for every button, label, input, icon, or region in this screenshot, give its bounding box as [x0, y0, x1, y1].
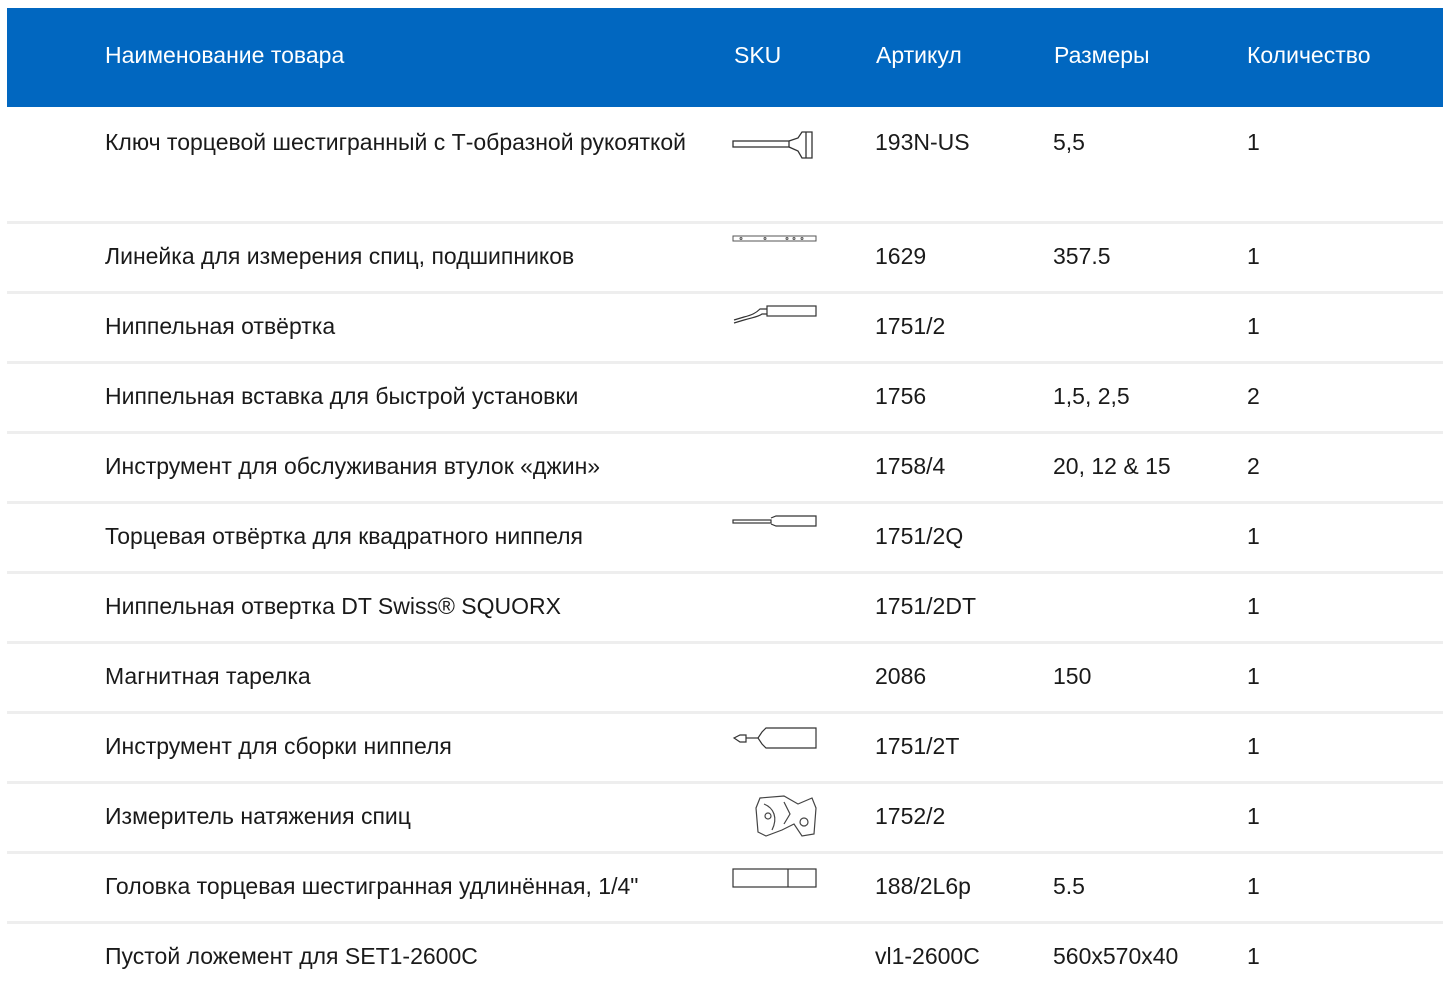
- product-article: 1751/2: [875, 313, 946, 339]
- table-row: Ключ торцевой шестигранный с Т-образной …: [7, 107, 1443, 224]
- product-qty: 1: [1247, 733, 1260, 759]
- product-article: 188/2L6p: [875, 873, 971, 899]
- product-article: 2086: [875, 663, 927, 689]
- product-table: Наименование товара SKU Артикул Размеры …: [7, 8, 1443, 969]
- header-name: Наименование товара: [105, 42, 345, 68]
- ruler-icon: [732, 234, 818, 244]
- product-name: Ниппельная отвёртка: [105, 313, 336, 339]
- product-name: Пустой ложемент для SET1-2600C: [105, 943, 478, 969]
- product-size: 1,5, 2,5: [1053, 383, 1130, 409]
- product-name: Измеритель натяжения спиц: [105, 803, 411, 829]
- table-row: Головка торцевая шестигранная удлинённая…: [7, 854, 1443, 924]
- product-article: 1629: [875, 243, 927, 269]
- table-row: Ниппельная отвёртка 1751/2 1: [7, 294, 1443, 364]
- product-qty: 2: [1247, 383, 1260, 409]
- product-size: 560x570x40: [1053, 943, 1179, 969]
- header-sku: SKU: [734, 42, 782, 68]
- product-size: 5,5: [1053, 129, 1085, 155]
- hex-socket-icon: [732, 866, 818, 890]
- table-header: Наименование товара SKU Артикул Размеры …: [7, 8, 1443, 107]
- product-qty: 1: [1247, 313, 1260, 339]
- product-qty: 2: [1247, 453, 1260, 479]
- table-row: Линейка для измерения спиц, подшипников …: [7, 224, 1443, 294]
- product-article: 1751/2DT: [875, 593, 977, 619]
- product-qty: 1: [1247, 803, 1260, 829]
- product-qty: 1: [1247, 243, 1260, 269]
- product-name: Торцевая отвёртка для квадратного ниппел…: [105, 523, 583, 549]
- product-size: 5.5: [1053, 873, 1085, 899]
- product-name: Инструмент для обслуживания втулок «джин…: [105, 453, 601, 479]
- table-row: Инструмент для обслуживания втулок «джин…: [7, 434, 1443, 504]
- product-name: Ниппельная отвертка DT Swiss® SQUORX: [105, 593, 561, 619]
- product-qty: 1: [1247, 129, 1260, 155]
- spoke-tension-meter-icon: [754, 794, 820, 838]
- product-name: Ключ торцевой шестигранный с Т-образной …: [105, 129, 687, 155]
- product-article: vl1-2600C: [875, 943, 980, 969]
- product-qty: 1: [1247, 943, 1260, 969]
- product-qty: 1: [1247, 873, 1260, 899]
- square-nipple-driver-icon: [732, 514, 818, 528]
- table-row: Измеритель натяжения спиц 1752/2 1: [7, 784, 1443, 854]
- product-article: 193N-US: [875, 129, 970, 155]
- table-row: Пустой ложемент для SET1-2600C vl1-2600C…: [7, 924, 1443, 988]
- header-article: Артикул: [876, 42, 962, 68]
- product-size: 357.5: [1053, 243, 1111, 269]
- t-handle-hex-key-icon: [732, 131, 818, 159]
- nipple-screwdriver-icon: [732, 305, 818, 325]
- product-qty: 1: [1247, 523, 1260, 549]
- table-row: Инструмент для сборки ниппеля 1751/2T 1: [7, 714, 1443, 784]
- product-name: Линейка для измерения спиц, подшипников: [105, 243, 575, 269]
- product-article: 1758/4: [875, 453, 946, 479]
- product-size: 20, 12 & 15: [1053, 453, 1171, 479]
- product-article: 1756: [875, 383, 927, 409]
- product-size: 150: [1053, 663, 1092, 689]
- header-qty: Количество: [1247, 42, 1371, 68]
- product-name: Инструмент для сборки ниппеля: [105, 733, 452, 759]
- product-qty: 1: [1247, 593, 1260, 619]
- product-qty: 1: [1247, 663, 1260, 689]
- product-article: 1751/2Q: [875, 523, 964, 549]
- product-name: Ниппельная вставка для быстрой установки: [105, 383, 579, 409]
- table-row: Торцевая отвёртка для квадратного ниппел…: [7, 504, 1443, 574]
- table-row: Ниппельная отвертка DT Swiss® SQUORX 175…: [7, 574, 1443, 644]
- product-article: 1752/2: [875, 803, 946, 829]
- product-name: Магнитная тарелка: [105, 663, 311, 689]
- nipple-assembly-tool-icon: [732, 726, 818, 752]
- product-name: Головка торцевая шестигранная удлинённая…: [105, 873, 639, 899]
- table-row: Магнитная тарелка 2086 150 1: [7, 644, 1443, 714]
- table-row: Ниппельная вставка для быстрой установки…: [7, 364, 1443, 434]
- product-article: 1751/2T: [875, 733, 960, 759]
- header-sizes: Размеры: [1054, 42, 1150, 68]
